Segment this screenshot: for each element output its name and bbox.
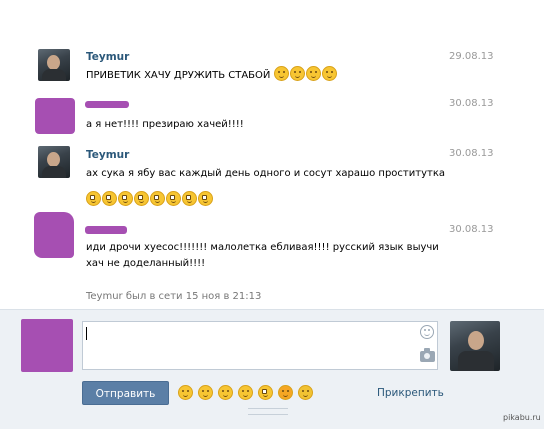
message-date[interactable]: 30.08.13 — [449, 224, 494, 235]
text-caret — [86, 327, 87, 340]
flushed-emoji — [86, 191, 101, 206]
message-date[interactable]: 29.08.13 — [449, 51, 494, 62]
my-avatar-redacted — [21, 319, 73, 372]
message-text-content: ПРИВЕТИК ХАЧУ ДРУЖИТЬ СТАБОЙ — [86, 70, 271, 81]
flushed-emoji — [198, 191, 213, 206]
send-button[interactable]: Отправить — [82, 381, 169, 405]
relieved-emoji — [305, 66, 321, 81]
flushed-emoji — [182, 191, 197, 206]
avatar[interactable] — [38, 49, 70, 81]
avatar-redacted — [35, 98, 75, 134]
neutral-emoji[interactable] — [238, 385, 253, 400]
message-date[interactable]: 30.08.13 — [449, 98, 494, 109]
author-redacted — [85, 101, 129, 108]
message-text: ПРИВЕТИК ХАЧУ ДРУЖИТЬ СТАБОЙ — [86, 66, 338, 84]
resize-handle[interactable] — [248, 408, 288, 415]
attach-link[interactable]: Прикрепить — [377, 387, 444, 399]
message-date[interactable]: 30.08.13 — [449, 148, 494, 159]
camera-icon[interactable] — [420, 348, 435, 362]
smile-icon[interactable] — [420, 325, 434, 339]
avatar-redacted — [34, 212, 74, 258]
emoji-row — [86, 191, 214, 209]
watermark: pikabu.ru — [503, 413, 541, 422]
message-text-line: иди дрочи хуесос!!!!!!! малолетка еблива… — [86, 242, 439, 253]
emoji-bar — [178, 385, 314, 400]
message-author[interactable]: Teymur — [86, 149, 129, 161]
kissing-emoji[interactable] — [218, 385, 233, 400]
relieved-emoji — [289, 66, 305, 81]
grin-emoji[interactable] — [178, 385, 193, 400]
message-text: а я нет!!!! презираю хачей!!!! — [86, 119, 244, 130]
flushed-emoji — [102, 191, 117, 206]
last-seen-status: Teymur был в сети 15 ноя в 21:13 — [86, 291, 262, 302]
flushed-emoji — [150, 191, 165, 206]
flushed-emoji — [134, 191, 149, 206]
flushed-emoji — [166, 191, 181, 206]
relieved-emoji — [321, 66, 337, 81]
recipient-avatar[interactable] — [450, 321, 500, 371]
heart-eyes-emoji[interactable] — [278, 385, 293, 400]
avatar[interactable] — [38, 146, 70, 178]
relieved-emoji — [273, 66, 289, 81]
laughing-emoji[interactable] — [198, 385, 213, 400]
message-text-line: хач не доделанный!!!! — [86, 258, 206, 269]
author-redacted — [85, 226, 127, 234]
scream-emoji[interactable] — [298, 385, 313, 400]
flushed-emoji — [118, 191, 133, 206]
flushed-emoji[interactable] — [258, 385, 273, 400]
message-text: ах сука я ябу вас каждый день одного и с… — [86, 168, 445, 179]
message-input[interactable] — [82, 321, 438, 370]
message-author[interactable]: Teymur — [86, 51, 129, 63]
